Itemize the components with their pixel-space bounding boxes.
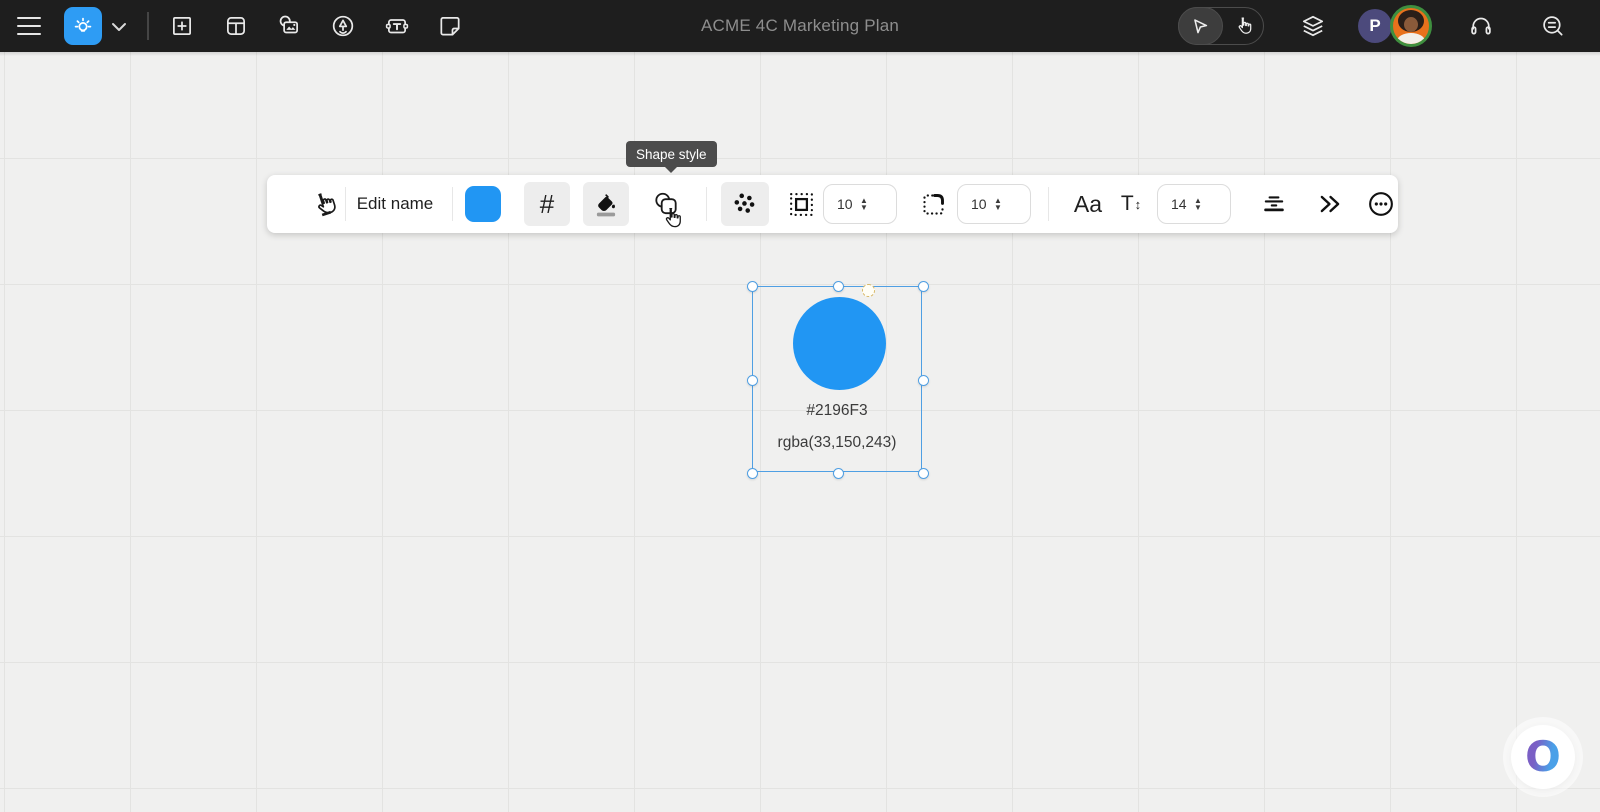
pan-tool-button[interactable]: [1223, 7, 1263, 45]
search-icon[interactable]: [1540, 13, 1566, 39]
resize-handle-bottom-left[interactable]: [747, 467, 758, 479]
expand-more-icon: [1320, 195, 1340, 213]
border-style-icon: [789, 192, 813, 216]
avatar-face: [1404, 17, 1418, 32]
fill-color-button[interactable]: [583, 182, 629, 226]
layers-icon[interactable]: [1300, 13, 1326, 39]
tooltip-text: Shape style: [636, 146, 707, 162]
more-options-button[interactable]: [1365, 188, 1397, 220]
pan-hand-icon: [1238, 17, 1252, 34]
resize-handle-mid-right[interactable]: [917, 374, 929, 386]
align-icon: [1264, 196, 1284, 212]
app-logo-bulb-icon: [74, 17, 92, 32]
border-width-stepper: ▲ ▼: [823, 184, 897, 224]
cursor-tool-button[interactable]: [1177, 7, 1224, 45]
spin-down-icon[interactable]: ▼: [994, 204, 1002, 212]
font-style-button[interactable]: Aa: [1067, 187, 1109, 221]
chevron-down-icon[interactable]: [110, 21, 128, 33]
headphones-icon[interactable]: [1468, 13, 1494, 39]
corner-radius-icon: [922, 193, 944, 215]
selection-box[interactable]: #2196F3 rgba(33,150,243): [747, 281, 929, 479]
topbar-shadow: [0, 52, 1600, 56]
border-style-button[interactable]: [786, 189, 816, 219]
sticky-note-icon[interactable]: [430, 6, 470, 46]
edit-name-button[interactable]: Edit name: [355, 194, 435, 214]
shape-color-swatch[interactable]: [465, 186, 501, 222]
draw-tool-icon[interactable]: [323, 6, 363, 46]
corner-radius-input[interactable]: [958, 196, 992, 212]
toolbar-divider: [452, 187, 453, 221]
corner-radius-stepper: ▲ ▼: [957, 184, 1031, 224]
hamburger-menu-icon[interactable]: [16, 17, 42, 35]
pattern-dots-button[interactable]: [721, 182, 769, 226]
fill-bucket-icon: [596, 194, 616, 217]
template-icon[interactable]: [216, 6, 256, 46]
reaction-pointer-button[interactable]: [307, 188, 339, 220]
shape-style-button[interactable]: [643, 182, 689, 226]
watermark-letter: O: [1525, 732, 1561, 781]
font-size-spinner: ▲ ▼: [1194, 197, 1202, 212]
watermark-logo: O: [1511, 725, 1575, 789]
pointer-hand-icon: [317, 192, 336, 216]
shape-hex-label: #2196F3: [806, 402, 868, 419]
border-width-input[interactable]: [824, 196, 858, 212]
align-button[interactable]: [1259, 189, 1289, 219]
corner-radius-spinner: ▲ ▼: [994, 197, 1002, 212]
hex-color-button[interactable]: #: [524, 182, 570, 226]
tooltip: Shape style: [626, 141, 717, 167]
text-size-button[interactable]: T ↕: [1113, 187, 1149, 221]
toolbar-divider: [706, 187, 707, 221]
spin-down-icon[interactable]: ▼: [860, 204, 868, 212]
app-logo-button[interactable]: [64, 7, 102, 45]
text-size-icon: T: [1120, 192, 1134, 215]
shape-rgba-label: rgba(33,150,243): [777, 434, 897, 451]
ellipsis-icon: [1369, 192, 1393, 216]
resize-handle-top-center[interactable]: [832, 281, 844, 292]
topbar: ACME 4C Marketing Plan P: [0, 0, 1600, 52]
font-icon: Aa: [1073, 190, 1103, 217]
collaborator-cursor-handle[interactable]: [862, 284, 875, 297]
toolbar-divider: [345, 187, 346, 221]
expand-more-button[interactable]: [1315, 189, 1345, 219]
media-icon[interactable]: [269, 6, 309, 46]
text-size-arrow-icon: ↕: [1134, 196, 1142, 212]
avatar-shirt: [1397, 33, 1425, 44]
resize-handle-mid-left[interactable]: [747, 374, 758, 386]
pattern-dots-icon: [734, 193, 755, 213]
resize-handle-top-right[interactable]: [917, 281, 929, 292]
cursor-tool-icon: [1194, 19, 1208, 34]
shape-toolbar: Edit name # 10 ▲ ▼ 10 ▲ ▼ Aa T ↕ 14 ▲ ▼: [267, 175, 1398, 233]
border-width-spinner: ▲ ▼: [860, 197, 868, 212]
resize-handle-bottom-right[interactable]: [917, 467, 929, 479]
resize-handle-top-left[interactable]: [747, 281, 758, 292]
user-avatar[interactable]: [1390, 5, 1432, 47]
text-box-icon[interactable]: [377, 6, 417, 46]
collaborator-avatar[interactable]: P: [1358, 9, 1392, 43]
avatar-initial: P: [1369, 16, 1381, 35]
font-size-stepper: ▲ ▼: [1157, 184, 1231, 224]
spin-down-icon[interactable]: ▼: [1194, 204, 1202, 212]
whiteboard-app: ACME 4C Marketing Plan P Edit name # 10 …: [0, 0, 1600, 812]
shape-style-icon: [655, 192, 677, 215]
hash-icon: #: [539, 189, 555, 219]
tool-mode-toggle: [1177, 7, 1264, 45]
corner-radius-button[interactable]: [918, 189, 948, 219]
toolbar-divider: [1048, 187, 1049, 221]
font-size-input[interactable]: [1158, 196, 1192, 212]
insert-shape-icon[interactable]: [162, 6, 202, 46]
resize-handle-bottom-center[interactable]: [832, 467, 844, 479]
topbar-divider: [147, 12, 149, 40]
canvas-shape-circle[interactable]: [793, 297, 886, 390]
